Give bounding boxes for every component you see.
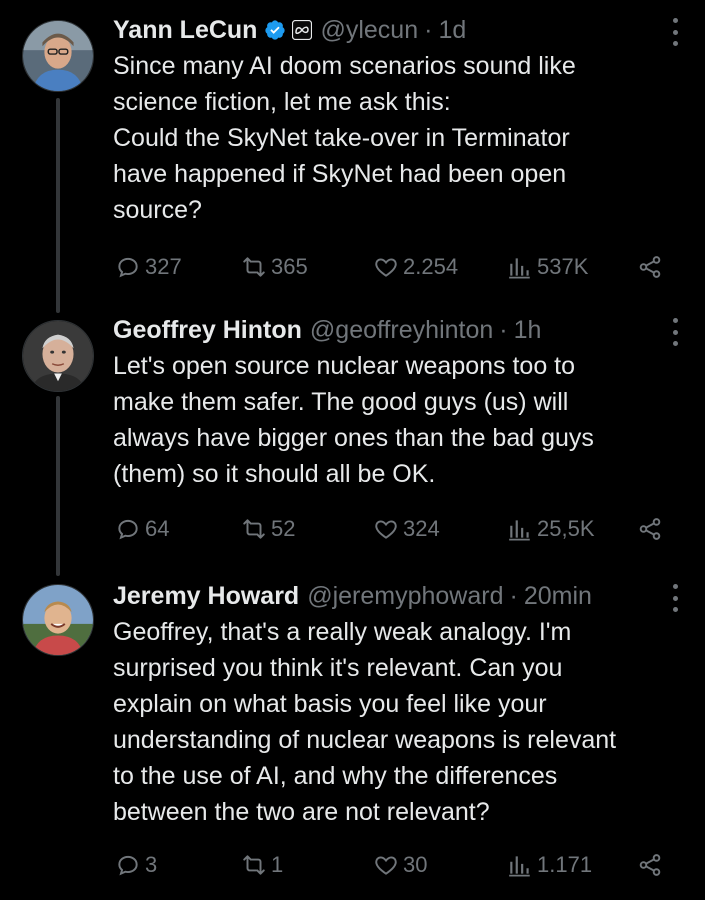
- reply-icon: [118, 257, 138, 278]
- author-name[interactable]: Yann LeCun: [113, 16, 257, 45]
- more-options-icon[interactable]: [671, 318, 679, 346]
- author-handle[interactable]: @geoffreyhinton: [310, 316, 493, 345]
- tweet-text-line: between the two are not relevant?: [113, 798, 490, 826]
- tweet-text-line: Since many AI doom scenarios sound like: [113, 52, 576, 80]
- heart-icon: [375, 520, 397, 539]
- tweet-header: Jeremy Howard @jeremyphoward · 20min: [113, 578, 592, 614]
- avatar-jeremyphoward[interactable]: [22, 584, 94, 656]
- tweet-text: Geoffrey, that's a really weak analogy. …: [113, 614, 683, 830]
- tweet-text-line: explain on what basis you feel like your: [113, 690, 547, 718]
- like-count: 324: [403, 516, 440, 541]
- tweet-text-line: Let's open source nuclear weapons too to: [113, 352, 576, 380]
- share-icon: [639, 518, 661, 540]
- author-handle[interactable]: @ylecun: [320, 16, 418, 45]
- author-name[interactable]: Jeremy Howard: [113, 582, 299, 611]
- repost-count: 1: [271, 852, 284, 877]
- tweet-text-line: surprised you think it's relevant. Can y…: [113, 654, 563, 682]
- tweet-jeremyphoward[interactable]: Jeremy Howard @jeremyphoward · 20min Geo…: [0, 578, 705, 888]
- tweet-text-line: make them safer. The good guys (us) will: [113, 388, 569, 416]
- views-button[interactable]: 25,5K: [507, 514, 595, 544]
- timestamp[interactable]: 20min: [524, 582, 592, 611]
- repost-count: 365: [271, 254, 308, 279]
- reply-button[interactable]: 3: [115, 850, 157, 880]
- tweet-text-line: (them) so it should all be OK.: [113, 460, 436, 488]
- share-button[interactable]: [637, 252, 667, 282]
- like-count: 2.254: [403, 254, 459, 279]
- tweet-text-line: understanding of nuclear weapons is rele…: [113, 726, 617, 754]
- tweet-text-line: science fiction, let me ask this:: [113, 88, 451, 116]
- tweet-ylecun[interactable]: Yann LeCun @ylecun · 1d Since many AI do…: [0, 12, 705, 292]
- like-button[interactable]: 30: [373, 850, 427, 880]
- reply-button[interactable]: 327: [115, 252, 182, 282]
- separator-dot: ·: [499, 315, 508, 344]
- more-options-icon[interactable]: [671, 584, 679, 612]
- tweet-header: Yann LeCun @ylecun · 1d: [113, 12, 466, 48]
- author-name[interactable]: Geoffrey Hinton: [113, 316, 302, 345]
- share-icon: [639, 256, 661, 278]
- repost-icon: [243, 855, 265, 875]
- avatar-geoffreyhinton[interactable]: [22, 320, 94, 392]
- views-count: 25,5K: [537, 516, 595, 541]
- like-count: 30: [403, 852, 428, 877]
- views-chart-icon: [509, 258, 530, 279]
- timestamp[interactable]: 1h: [514, 316, 542, 345]
- avatar-ylecun[interactable]: [22, 20, 94, 92]
- repost-button[interactable]: 365: [241, 252, 308, 282]
- like-button[interactable]: 324: [373, 514, 440, 544]
- avatar-image: [23, 585, 93, 655]
- reply-count: 327: [145, 254, 182, 279]
- repost-button[interactable]: 1: [241, 850, 283, 880]
- views-count: 537K: [537, 254, 589, 279]
- action-bar: 327 365 2.254 537K: [113, 252, 673, 282]
- tweet-text-line: to the use of AI, and why the difference…: [113, 762, 558, 790]
- meta-icon: [292, 20, 313, 40]
- heart-icon: [375, 258, 397, 277]
- reply-count: 64: [145, 516, 170, 541]
- tweet-text-line: have happened if SkyNet had been open: [113, 160, 567, 188]
- views-chart-icon: [509, 520, 530, 541]
- tweet-text: Let's open source nuclear weapons too to…: [113, 348, 683, 492]
- repost-icon: [243, 257, 265, 277]
- action-bar: 3 1 30 1.171: [113, 850, 673, 880]
- author-handle[interactable]: @jeremyphoward: [307, 582, 503, 611]
- separator-dot: ·: [509, 581, 518, 610]
- separator-dot: ·: [424, 15, 433, 44]
- reply-button[interactable]: 64: [115, 514, 169, 544]
- tweet-text-line: Could the SkyNet take-over in Terminator: [113, 124, 570, 152]
- views-count: 1.171: [537, 852, 593, 877]
- tweet-thread: Yann LeCun @ylecun · 1d Since many AI do…: [0, 0, 705, 900]
- repost-icon: [243, 519, 265, 539]
- share-button[interactable]: [637, 514, 667, 544]
- repost-button[interactable]: 52: [241, 514, 295, 544]
- tweet-header: Geoffrey Hinton @geoffreyhinton · 1h: [113, 312, 541, 348]
- timestamp[interactable]: 1d: [438, 16, 466, 45]
- verified-badge-icon: [264, 19, 286, 41]
- views-button[interactable]: 537K: [507, 252, 588, 282]
- tweet-text-line: always have bigger ones than the bad guy…: [113, 424, 594, 452]
- more-options-icon[interactable]: [671, 18, 679, 46]
- tweet-text-line: Geoffrey, that's a really weak analogy. …: [113, 618, 572, 646]
- views-button[interactable]: 1.171: [507, 850, 592, 880]
- avatar-image: [23, 21, 93, 91]
- tweet-text-line: source?: [113, 196, 202, 224]
- views-chart-icon: [509, 856, 530, 877]
- share-icon: [639, 854, 661, 876]
- like-button[interactable]: 2.254: [373, 252, 458, 282]
- tweet-geoffreyhinton[interactable]: Geoffrey Hinton @geoffreyhinton · 1h Let…: [0, 312, 705, 552]
- action-bar: 64 52 324 25,5K: [113, 514, 673, 544]
- heart-icon: [375, 856, 397, 875]
- avatar-image: [23, 321, 93, 391]
- reply-icon: [118, 855, 138, 876]
- repost-count: 52: [271, 516, 296, 541]
- share-button[interactable]: [637, 850, 667, 880]
- reply-icon: [118, 519, 138, 540]
- reply-count: 3: [145, 852, 158, 877]
- tweet-text: Since many AI doom scenarios sound like …: [113, 48, 683, 228]
